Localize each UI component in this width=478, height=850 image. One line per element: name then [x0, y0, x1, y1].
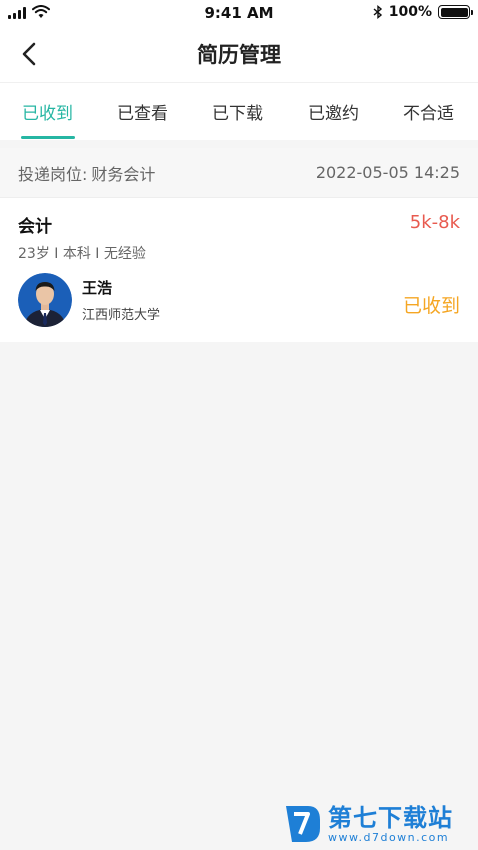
resume-card[interactable]: 会计 5k-8k 23岁 I 本科 I 无经验 王浩 江西师范大学 已收到	[0, 198, 478, 342]
back-button[interactable]	[14, 38, 44, 70]
candidate-info: 王浩 江西师范大学	[18, 273, 460, 327]
post-label: 投递岗位:	[18, 164, 88, 184]
tab-unsuitable[interactable]: 不合适	[403, 83, 454, 141]
battery-icon	[438, 5, 473, 19]
page-title: 简历管理	[197, 43, 281, 67]
candidate-name: 王浩	[82, 279, 113, 297]
post-position-name: 财务会计	[91, 164, 156, 184]
watermark-logo	[286, 806, 320, 842]
divider	[0, 140, 478, 148]
avatar[interactable]	[18, 273, 72, 327]
job-title: 会计	[18, 217, 52, 237]
salary-range: 5k-8k	[409, 212, 460, 233]
nav-bar: 简历管理	[0, 26, 478, 82]
tab-downloaded[interactable]: 已下载	[212, 83, 263, 141]
battery-percent: 100%	[388, 4, 432, 20]
chevron-left-icon	[22, 42, 36, 66]
post-info-row: 投递岗位: 财务会计 2022-05-05 14:25	[0, 148, 478, 198]
resume-status: 已收到	[402, 295, 460, 317]
tab-invited[interactable]: 已邀约	[308, 83, 359, 141]
candidate-school: 江西师范大学	[82, 308, 161, 323]
status-tabs: 已收到 已查看 已下载 已邀约 不合适	[0, 82, 478, 140]
tab-received[interactable]: 已收到	[22, 83, 73, 141]
post-position: 投递岗位: 财务会计	[18, 161, 155, 185]
status-bar: 9:41 AM 100%	[0, 0, 478, 26]
watermark-text-block: 第七下载站 www.d7down.com	[328, 805, 453, 844]
bluetooth-icon	[373, 5, 382, 19]
tab-viewed[interactable]: 已查看	[117, 83, 168, 141]
status-bar-right: 100%	[373, 4, 473, 20]
candidate-text: 王浩 江西师范大学	[82, 277, 160, 323]
watermark-url: www.d7down.com	[328, 830, 450, 844]
watermark: 第七下载站 www.d7down.com	[284, 802, 453, 846]
candidate-meta: 23岁 I 本科 I 无经验	[18, 246, 146, 262]
post-datetime: 2022-05-05 14:25	[315, 163, 460, 182]
watermark-text: 第七下载站	[328, 803, 453, 832]
